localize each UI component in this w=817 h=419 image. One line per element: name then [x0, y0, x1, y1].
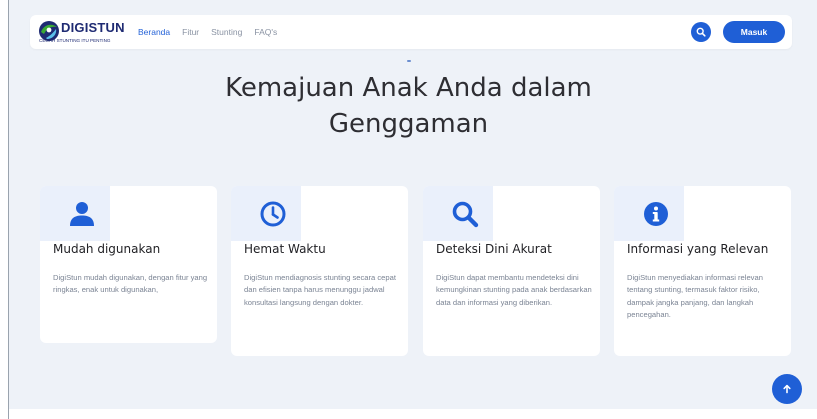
hero-title-line-2: Genggaman	[328, 109, 489, 139]
navbar: DIGISTUN CEGAH STUNTING ITU PENTING Bera…	[30, 15, 792, 49]
hero-title-line-1: Kemajuan Anak Anda dalam	[225, 73, 592, 103]
card-text: DigiStun mendiagnosis stunting secara ce…	[244, 273, 396, 307]
brand-logo[interactable]: DIGISTUN CEGAH STUNTING ITU PENTING	[38, 19, 134, 45]
info-icon	[644, 202, 668, 226]
nav-link-fitur[interactable]: Fitur	[182, 27, 199, 37]
icon-box	[423, 186, 493, 241]
feature-card-mudah: Mudah digunakan DigiStun mudah digunakan…	[40, 186, 217, 343]
card-title: Informasi yang Relevan	[627, 242, 769, 256]
feature-card-hemat: Hemat Waktu DigiStun mendiagnosis stunti…	[231, 186, 408, 356]
feature-card-deteksi: Deteksi Dini Akurat DigiStun dapat memba…	[423, 186, 600, 356]
icon-box	[614, 186, 684, 241]
arrow-up-icon	[783, 384, 791, 394]
nav-link-faq[interactable]: FAQ's	[254, 27, 277, 37]
login-button[interactable]: Masuk	[723, 21, 785, 43]
card-title: Hemat Waktu	[244, 242, 326, 256]
icon-box	[231, 186, 301, 241]
hero-title: Kemajuan Anak Anda dalam Genggaman	[0, 70, 817, 142]
brand-tagline: CEGAH STUNTING ITU PENTING	[39, 38, 111, 43]
icon-box	[40, 186, 110, 241]
nav-link-beranda[interactable]: Beranda	[138, 27, 170, 37]
card-text: DigiStun dapat membantu mendeteksi dini …	[436, 273, 592, 307]
nav-link-stunting[interactable]: Stunting	[211, 27, 242, 37]
nav-links: Beranda Fitur Stunting FAQ's	[138, 15, 289, 49]
card-title: Deteksi Dini Akurat	[436, 242, 552, 256]
clock-icon	[260, 201, 286, 227]
decorative-dot	[407, 60, 411, 62]
search-button[interactable]	[691, 22, 711, 42]
feature-card-informasi: Informasi yang Relevan DigiStun menyedia…	[614, 186, 791, 356]
left-border	[8, 0, 9, 419]
bottom-band	[9, 409, 817, 419]
card-title: Mudah digunakan	[53, 242, 161, 256]
card-text: DigiStun mudah digunakan, dengan fitur y…	[53, 273, 208, 295]
left-margin	[0, 0, 8, 419]
scroll-to-top-button[interactable]	[772, 374, 802, 404]
search-icon	[696, 27, 706, 37]
user-icon	[70, 202, 94, 226]
card-text: DigiStun menyediakan informasi relevan t…	[627, 273, 763, 320]
search-icon	[452, 201, 479, 228]
brand-name: DIGISTUN	[61, 20, 125, 35]
